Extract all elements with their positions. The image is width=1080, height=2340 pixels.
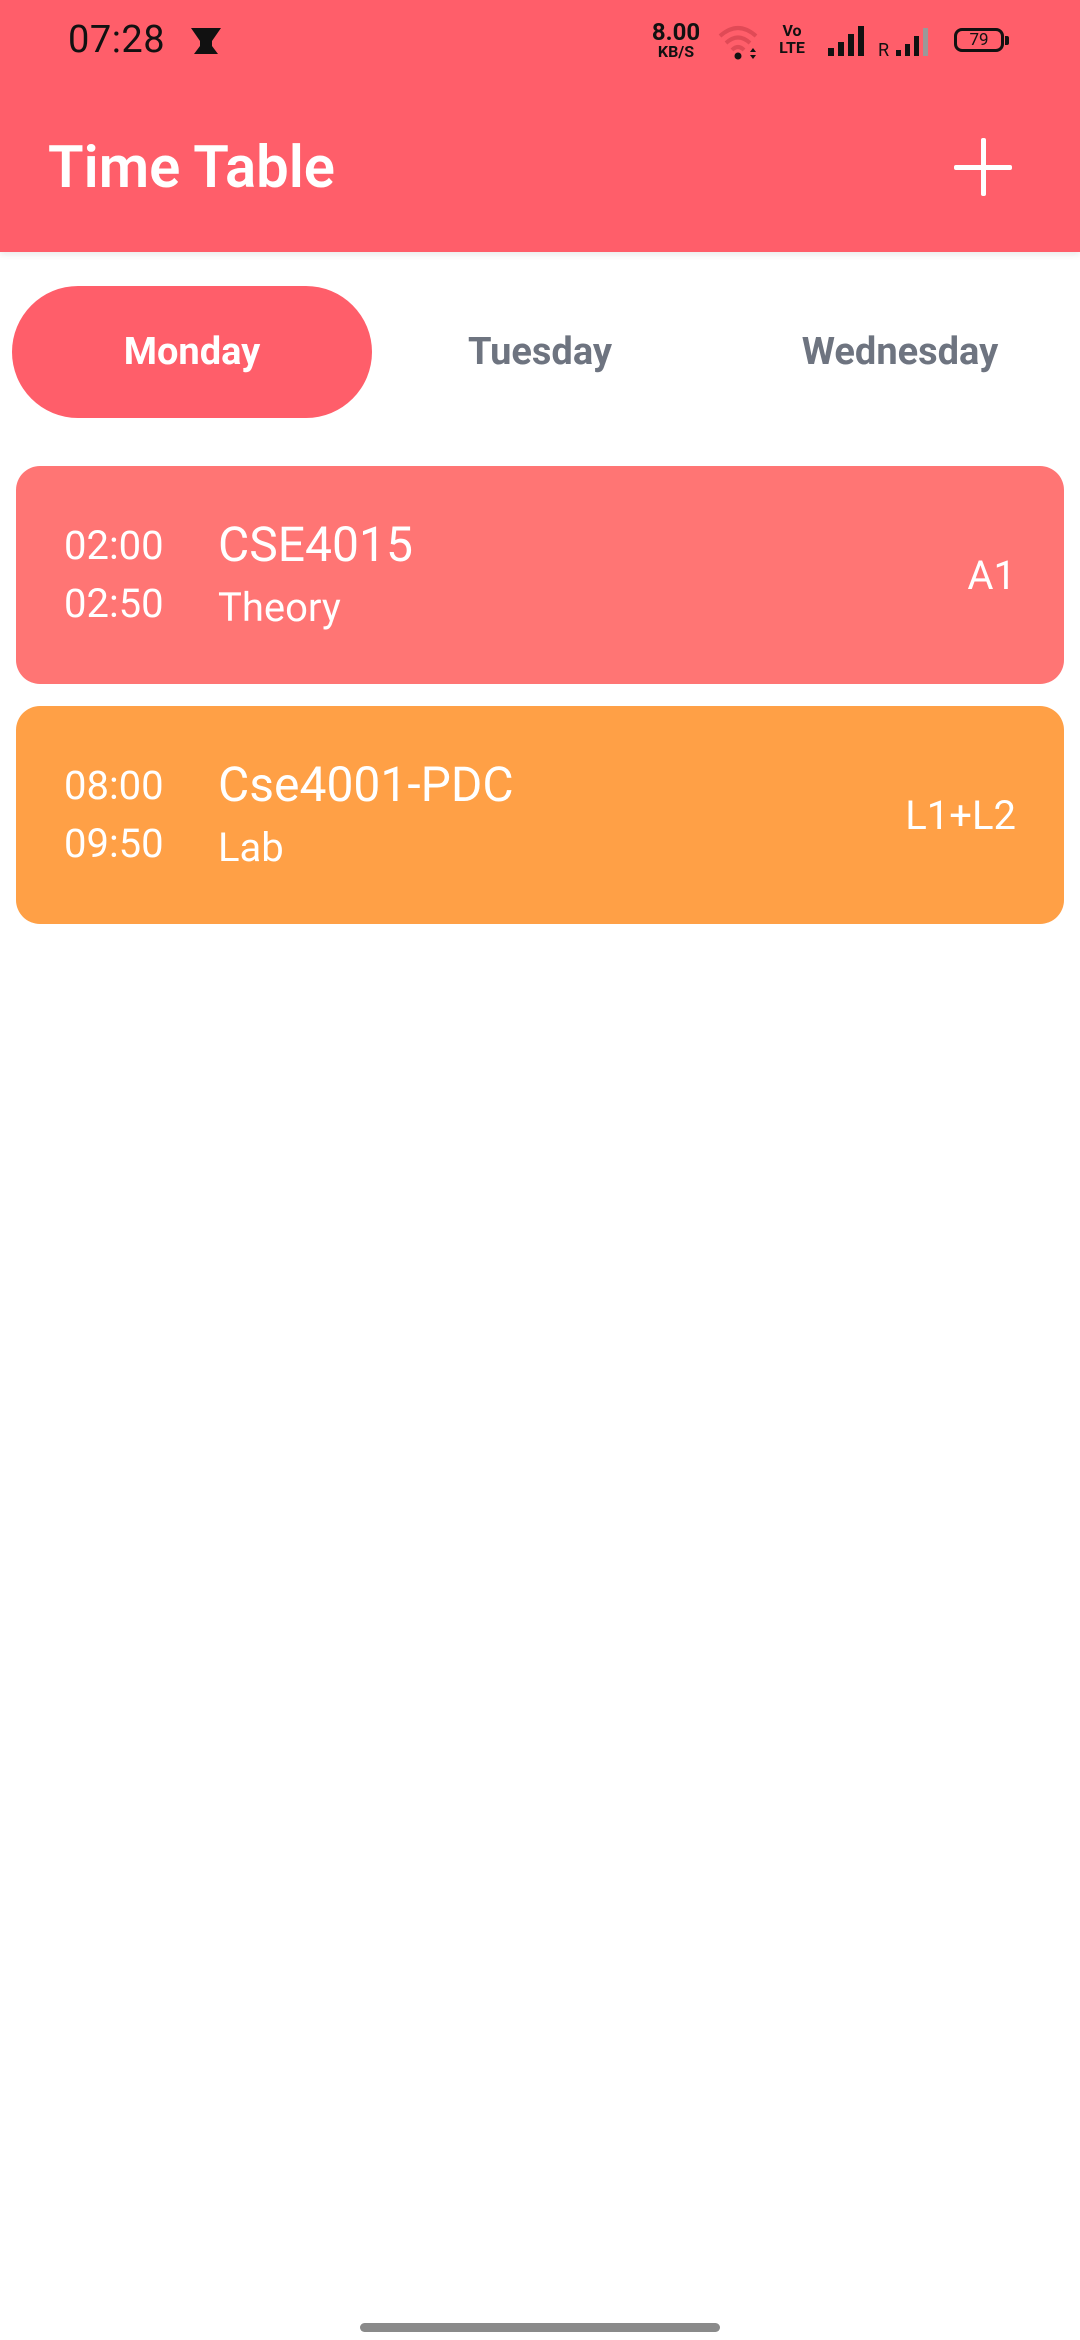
plus-icon[interactable] [950,134,1016,200]
network-speed: 8.00 KB/S [651,18,701,61]
start-time: 02:00 [64,522,164,569]
tab-tuesday[interactable]: Tuesday [360,286,720,418]
battery-icon: 79 [954,28,1009,52]
day-tabs: Monday Tuesday Wednesday [0,286,1080,418]
class-type: Lab [218,824,284,871]
roaming-indicator: R [878,40,890,61]
class-card[interactable]: 08:00 09:50 Cse4001-PDC Lab L1+L2 [16,706,1064,924]
course-code: Cse4001-PDC [218,756,514,813]
signal-icon-sim2 [896,28,928,56]
volte-icon: Vo LTE [779,21,805,57]
slot-label: A1 [967,552,1016,599]
slot-label: L1+L2 [905,792,1016,839]
course-code: CSE4015 [218,516,413,573]
end-time: 02:50 [64,580,164,627]
tab-wednesday[interactable]: Wednesday [720,286,1080,418]
home-indicator[interactable] [360,2323,720,2332]
status-bar: 07:28 8.00 KB/S Vo LTE R 79 [0,0,1080,84]
tab-monday[interactable]: Monday [12,286,372,418]
signal-icon [828,26,864,56]
wifi-icon [718,26,758,60]
class-type: Theory [218,584,341,631]
class-card[interactable]: 02:00 02:50 CSE4015 Theory A1 [16,466,1064,684]
notification-icon [191,28,221,54]
start-time: 08:00 [64,762,164,809]
page-title: Time Table [48,134,335,202]
status-time: 07:28 [68,18,166,62]
app-bar: 07:28 8.00 KB/S Vo LTE R 79 Time Table [0,0,1080,252]
end-time: 09:50 [64,820,164,867]
